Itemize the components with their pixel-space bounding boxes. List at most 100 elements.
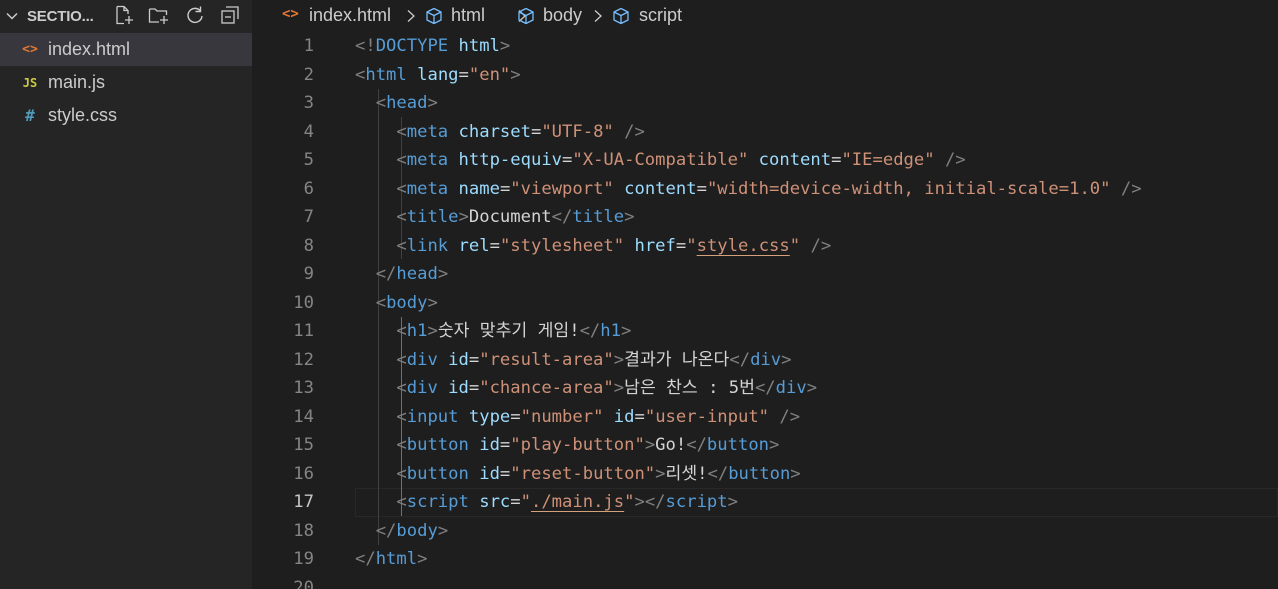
code-token: head: [386, 93, 428, 113]
line-number: 18: [293, 520, 314, 541]
code-line[interactable]: <button id="play-button">Go!</button>: [355, 431, 779, 460]
code-token: <: [355, 64, 366, 85]
code-line[interactable]: </body>: [355, 517, 448, 546]
breadcrumb-html[interactable]: html: [451, 5, 485, 26]
code-token: />: [944, 150, 966, 170]
chevron-down-icon[interactable]: [4, 8, 20, 24]
code-token: >: [427, 321, 438, 341]
code-line[interactable]: </head>: [355, 260, 448, 289]
code-token: =: [468, 349, 480, 370]
breadcrumb-file[interactable]: index.html: [309, 5, 391, 26]
code-token: =: [499, 463, 511, 484]
line-number: 13: [293, 378, 314, 398]
code-line[interactable]: <div id="result-area">결과가 나온다</div>: [355, 346, 791, 375]
section-title: SECTIO...: [27, 8, 94, 25]
code-line[interactable]: <h1>숫자 맞추기 게임!</h1>: [355, 317, 631, 346]
new-file-icon[interactable]: [113, 4, 135, 26]
code-token: <: [396, 207, 407, 227]
code-token: >: [624, 207, 635, 227]
code-token: </: [375, 264, 397, 284]
code-token: "IE=edge": [841, 150, 935, 170]
file-item-main-js[interactable]: JS main.js: [0, 66, 252, 99]
code-line[interactable]: <!DOCTYPE html>: [355, 32, 510, 61]
breadcrumb-script[interactable]: script: [639, 5, 682, 26]
code-token: <: [396, 406, 407, 427]
code-token: DOCTYPE: [375, 36, 449, 56]
file-label: index.html: [48, 39, 131, 59]
code-token: head: [396, 264, 438, 284]
code-line[interactable]: <html lang="en">: [355, 61, 521, 90]
file-label: style.css: [48, 105, 118, 125]
code-line[interactable]: <meta name="viewport" content="width=dev…: [355, 175, 1142, 204]
code-token: id: [479, 435, 500, 455]
code-token: 결과가 나온다: [624, 349, 730, 370]
line-number: 6: [303, 178, 314, 199]
code-token: >: [644, 435, 656, 455]
code-token: =: [562, 150, 573, 170]
code-token: ": [624, 492, 635, 512]
code-token: input: [406, 406, 459, 427]
code-token: =: [510, 406, 521, 427]
code-token: id: [613, 406, 635, 427]
code-token: >: [613, 349, 625, 370]
collapse-all-icon[interactable]: [219, 4, 241, 26]
code-token: "reset-button": [510, 463, 656, 484]
code-token: "user-input": [644, 406, 770, 427]
code-token: =: [634, 406, 645, 427]
code-token: button: [406, 463, 469, 484]
code-token: "UTF-8": [541, 121, 614, 142]
code-token: meta: [406, 178, 449, 199]
code-line[interactable]: <input type="number" id="user-input" />: [355, 403, 800, 432]
code-line[interactable]: </html>: [355, 545, 427, 574]
explorer-section-header[interactable]: SECTIO...: [0, 0, 252, 32]
code-line[interactable]: <meta charset="UTF-8" />: [355, 118, 644, 147]
code-token: link: [406, 235, 449, 256]
line-number: 1: [303, 36, 314, 56]
line-number: 4: [303, 121, 314, 142]
code-token: =: [510, 492, 521, 512]
code-token: name: [458, 178, 500, 199]
code-token: div: [406, 378, 438, 398]
code-token: </: [729, 349, 751, 370]
code-line[interactable]: <head>: [355, 89, 438, 118]
code-line[interactable]: <button id="reset-button">리셋!</button>: [355, 460, 800, 489]
line-number: 16: [293, 463, 314, 484]
line-number: 10: [293, 292, 314, 313]
code-line[interactable]: <meta http-equiv="X-UA-Compatible" conte…: [355, 146, 966, 175]
code-line[interactable]: <script src="./main.js"></script>: [355, 488, 738, 517]
code-line[interactable]: <link rel="stylesheet" href="style.css" …: [355, 232, 831, 261]
html-file-icon: <>: [282, 6, 299, 22]
breadcrumb-body[interactable]: body: [543, 5, 582, 26]
code-token: href: [634, 235, 676, 256]
code-token: content: [624, 178, 697, 199]
explorer-sidebar: SECTIO... <> index.html JS main.js # sty…: [0, 0, 252, 589]
code-line[interactable]: <div id="chance-area">남은 찬스 : 5번</div>: [355, 374, 817, 403]
code-token: body: [386, 292, 428, 313]
code-token: =: [831, 150, 842, 170]
code-line[interactable]: <title>Document</title>: [355, 203, 634, 232]
breadcrumb: <> index.html html body script: [252, 0, 1278, 32]
code-token: </: [707, 463, 729, 484]
line-number: 11: [293, 321, 314, 341]
new-folder-icon[interactable]: [147, 4, 169, 26]
code-line[interactable]: <body>: [355, 289, 438, 318]
file-item-index-html[interactable]: <> index.html: [0, 33, 252, 66]
code-token: h1: [600, 321, 621, 341]
refresh-icon[interactable]: [184, 4, 206, 26]
code-editor[interactable]: 1 <!DOCTYPE html> 2 <html lang="en"> 3 <head…: [252, 32, 1278, 589]
chevron-right-icon: [407, 10, 415, 22]
code-token: <: [396, 321, 407, 341]
code-token: />: [810, 235, 832, 256]
code-token: =: [696, 178, 707, 199]
line-number: 5: [303, 150, 314, 170]
code-token: />: [1120, 178, 1142, 199]
file-item-style-css[interactable]: # style.css: [0, 99, 252, 132]
